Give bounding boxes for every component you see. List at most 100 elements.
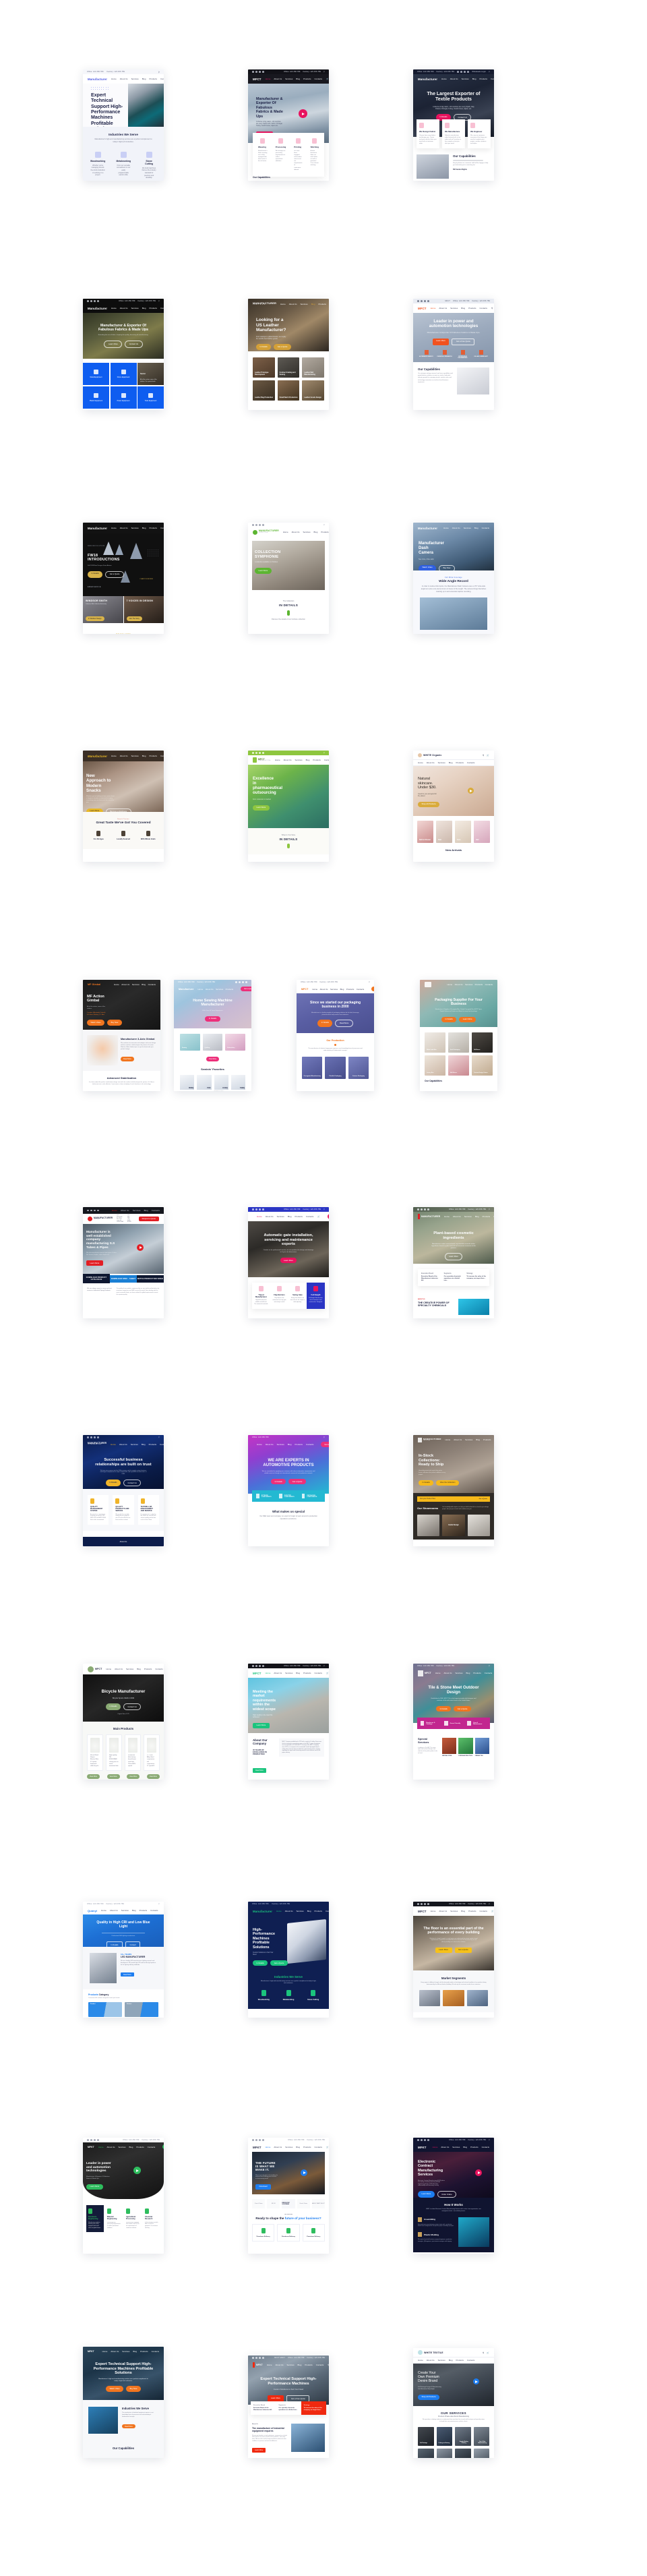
hero-primary-button[interactable]: In Details [436, 1706, 452, 1712]
social-icons[interactable] [417, 1903, 429, 1905]
strip-item[interactable]: EXTRUDE COMPONENTS [254, 1494, 277, 1498]
product-card[interactable]: Hi-end Steel Stripes Electric Bike 27 sp… [87, 1734, 103, 1772]
template-card-t30[interactable]: Office: 123 456 789 Factory: 123 456 789… [248, 2138, 329, 2254]
nav-contacts[interactable]: Contacts [316, 2364, 324, 2366]
view-more-button[interactable]: View More [206, 1057, 220, 1061]
nav-home[interactable]: Home [418, 2359, 423, 2362]
service-item[interactable] [455, 2448, 471, 2458]
nav-blog[interactable]: Blog [132, 1909, 136, 1912]
nav-products[interactable]: Products [140, 1909, 147, 1912]
card[interactable]: Kraft Packaging [448, 1032, 469, 1053]
nav-services[interactable]: Services [131, 1443, 138, 1446]
nav-blog[interactable]: Blog [142, 755, 146, 757]
nav-products[interactable]: Products [480, 78, 487, 80]
nav-home[interactable]: Home [114, 983, 119, 986]
nav-contacts[interactable]: Contacts [160, 755, 164, 757]
nav-about[interactable]: About Us [427, 761, 435, 764]
nav-about[interactable]: About Us [120, 527, 128, 529]
tile[interactable]: Custom Packaging [348, 1057, 369, 1080]
strip-item[interactable]: INJECTED COMPONENTS [277, 1494, 300, 1498]
hero-primary-button[interactable]: In Details [88, 570, 103, 579]
nav-about[interactable]: About Us [274, 1672, 282, 1674]
search-icon[interactable]: ⚲ [489, 2139, 490, 2141]
search-icon[interactable]: ⚲ [324, 1436, 325, 1438]
download-catalogue-button[interactable]: DOWNLOAD PRODUCT CATALOGUE [83, 1274, 110, 1283]
nav-home[interactable]: Home [283, 531, 288, 533]
product-card[interactable]: 27.5 inch Alloy Steel suspension full su… [144, 1734, 160, 1772]
hero-secondary-button[interactable]: View the Collection [436, 1480, 460, 1486]
nav-contacts[interactable]: Contacts [315, 78, 322, 80]
nav-home[interactable]: Home [102, 2350, 108, 2353]
nav-about[interactable]: About Us [121, 983, 129, 986]
wholesale-login-link[interactable]: Wholesale Login [472, 71, 486, 73]
feature-item[interactable]: PETROLEUM ENGINEERING [454, 350, 472, 359]
social-icons[interactable] [87, 1436, 99, 1438]
watch-video-button[interactable]: WATCH PRODUCTION VIDEO [137, 1275, 164, 1283]
product-card[interactable]: 7640 SINGER CONFIDENCE™ 7640 SEWING MACH… [197, 1075, 212, 1091]
nav-about[interactable]: About Us [284, 759, 292, 761]
nav-blog[interactable]: Blog [288, 1443, 292, 1446]
card[interactable]: Leather Goods Design [302, 380, 324, 401]
nav-services[interactable]: Services [438, 2359, 445, 2362]
hero-secondary-button[interactable]: Buy Now [107, 1020, 122, 1026]
nav-home[interactable]: Home [435, 1672, 441, 1674]
gallery-item[interactable]: CERAMIC TILE [474, 1738, 489, 1757]
nav-about[interactable]: About Us [115, 1668, 123, 1670]
nav-contacts[interactable]: Contacts [306, 1215, 313, 1218]
nav-home[interactable]: Home [418, 761, 423, 764]
hero-primary-button[interactable]: In Details [271, 1479, 286, 1485]
get-quote-button[interactable]: Get a Quote [371, 986, 374, 992]
nav-home[interactable]: Home [111, 527, 117, 529]
feature-card[interactable]: Chemical Research In this situation we s… [143, 2205, 160, 2232]
hero-primary-button[interactable]: In Details [317, 1020, 333, 1027]
card[interactable]: Custom Design Carton [472, 1055, 493, 1076]
social-icons[interactable] [252, 2357, 264, 2359]
nav-contacts[interactable]: Contacts [467, 761, 474, 764]
nav-contacts[interactable]: Contacts [155, 1668, 162, 1670]
site-logo[interactable]: Manufacturer [88, 755, 107, 758]
play-icon[interactable] [299, 109, 307, 118]
card[interactable]: Leather Belt Manufacturing [302, 357, 324, 378]
read-more-button[interactable]: Read More [253, 1768, 266, 1773]
template-card-t15[interactable]: Office: 123 456 789 Factory: 123 456 789… [297, 980, 374, 1091]
hero-secondary-button[interactable]: Contact Us [123, 1480, 142, 1487]
search-icon[interactable]: ⚲ [324, 1665, 325, 1667]
hero-primary-button[interactable]: Learn More [280, 1257, 297, 1264]
site-logo[interactable]: MFCT [95, 1668, 102, 1670]
hero-secondary-button[interactable]: Get a Quote [454, 1947, 472, 1953]
feature-card[interactable]: QUALITY PRODUCTS AND SERVICE We go with … [113, 1495, 134, 1525]
nav-blog[interactable]: Blog [463, 2146, 467, 2148]
nav-blog[interactable]: Blog [142, 307, 146, 310]
nav-products[interactable]: Products [315, 1910, 322, 1912]
nav-blog[interactable]: Blog [340, 988, 344, 991]
nav-contacts[interactable]: Contacts [160, 1443, 164, 1446]
play-icon[interactable] [473, 2378, 479, 2384]
nav-services[interactable]: Services [285, 1672, 292, 1674]
nav-home[interactable]: Home [444, 1215, 450, 1218]
nav-contacts[interactable]: Contacts [482, 2146, 489, 2148]
nav-home[interactable]: Home [98, 2146, 104, 2148]
template-card-t22[interactable]: MANUFACTURER TILE & STONE Home About Us … [413, 1435, 494, 1546]
gallery-item[interactable]: Quilting [202, 1034, 223, 1051]
nav-contacts[interactable]: Contacts [485, 983, 493, 986]
nav-home[interactable]: Home [266, 78, 271, 80]
hero-primary-button[interactable]: Learn More [253, 804, 270, 811]
template-card-t2[interactable]: Office: 123 456 789 Factory: 123 456 789… [248, 69, 329, 181]
hero-primary-button[interactable]: In Details [253, 1960, 268, 1966]
tile[interactable]: Power Equipment [110, 386, 137, 409]
hero-primary-button[interactable]: Learn More [444, 1253, 463, 1260]
feature-card[interactable]: Petroleum Engineering Manufacturer texti… [86, 2205, 104, 2233]
nav-about[interactable]: About Us [274, 2146, 282, 2148]
search-icon[interactable]: ⚲ [158, 71, 160, 74]
template-card-t27[interactable]: Office: 123 456 789 Factory: 123 456 789… [248, 1902, 329, 2018]
segment-item[interactable] [443, 1989, 464, 2006]
hero-primary-button[interactable]: Watch Video [87, 1020, 105, 1026]
hero-primary-button[interactable]: Learn More [435, 1947, 452, 1953]
nav-blog[interactable]: Blog [449, 2359, 453, 2362]
nav-products[interactable]: Products [346, 988, 354, 991]
gallery-item[interactable]: NATURAL STONE [442, 1738, 457, 1757]
nav-products[interactable]: Products [313, 759, 320, 761]
nav-home[interactable]: Home [443, 527, 449, 529]
view-more-button[interactable]: View More [106, 1774, 120, 1779]
nav-services[interactable]: Services [464, 1215, 472, 1218]
